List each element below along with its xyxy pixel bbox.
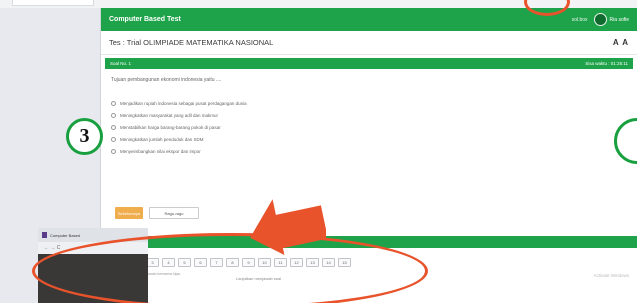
radio-button[interactable]: [111, 112, 116, 118]
answer-option[interactable]: Menstabilkan harga barang-barang pokok d…: [111, 121, 627, 133]
answer-option-text: Meningkatkan masyarakat yang adil dan ma…: [120, 112, 219, 118]
answer-option[interactable]: Meningkatkan masyarakat yang adil dan ma…: [111, 109, 627, 121]
activate-windows-watermark: Activate Windows: [593, 273, 629, 278]
site-logo-icon: [42, 232, 47, 238]
answer-option-text: Menstabilkan harga barang-barang pokok d…: [120, 124, 221, 130]
radio-button[interactable]: [111, 124, 116, 130]
question-body: Tujuan pembangunan ekonomi indonesia yai…: [101, 69, 637, 157]
app-title: Computer Based Test: [109, 16, 181, 23]
radio-button[interactable]: [111, 148, 116, 154]
doubt-button[interactable]: Ragu-ragu: [149, 207, 199, 219]
step-number-circle: 3: [66, 118, 103, 155]
user-code: sol.box: [571, 16, 588, 23]
answer-option-text: Meningkatkan jumlah penduduk dan SDM: [120, 136, 204, 142]
browser-tab-partial: [12, 0, 94, 6]
radio-button[interactable]: [111, 100, 116, 106]
answer-option-text: Menyeimbangkan nilai ekspor dan impor: [120, 148, 201, 154]
font-size-toggle[interactable]: A A: [613, 38, 629, 47]
user-name[interactable]: Ria sofie: [610, 17, 629, 23]
time-remaining: Sisa waktu : 01:25:11: [585, 61, 628, 66]
test-title: Tes : Trial OLIMPIADE MATEMATIKA NASIONA…: [109, 38, 274, 47]
question-number: Soal No. 1: [110, 61, 132, 66]
radio-button[interactable]: [111, 136, 116, 142]
avatar[interactable]: [593, 13, 607, 26]
question-number-bar: Soal No. 1 Sisa waktu : 01:25:11: [105, 58, 633, 69]
answer-option-text: Menjadikan rupiah indonesia sebagai pusa…: [120, 100, 247, 106]
answer-buttons: Sebelumnya Ragu-ragu: [115, 207, 199, 219]
answer-option[interactable]: Menjadikan rupiah indonesia sebagai pusa…: [111, 97, 627, 109]
overlay-tab-label: Computer Based: [50, 232, 81, 238]
pointer-arrow-icon: [250, 199, 326, 255]
question-text: Tujuan pembangunan ekonomi indonesia yai…: [111, 77, 222, 83]
test-title-row: Tes : Trial OLIMPIADE MATEMATIKA NASIONA…: [101, 31, 637, 55]
answer-option[interactable]: Menyeimbangkan nilai ekspor dan impor: [111, 145, 627, 157]
highlight-ellipse: [32, 233, 428, 303]
answer-option[interactable]: Meningkatkan jumlah penduduk dan SDM: [111, 133, 627, 145]
cbt-window: Computer Based Test sol.box Ria sofie Te…: [100, 8, 637, 236]
previous-button[interactable]: Sebelumnya: [115, 207, 143, 219]
